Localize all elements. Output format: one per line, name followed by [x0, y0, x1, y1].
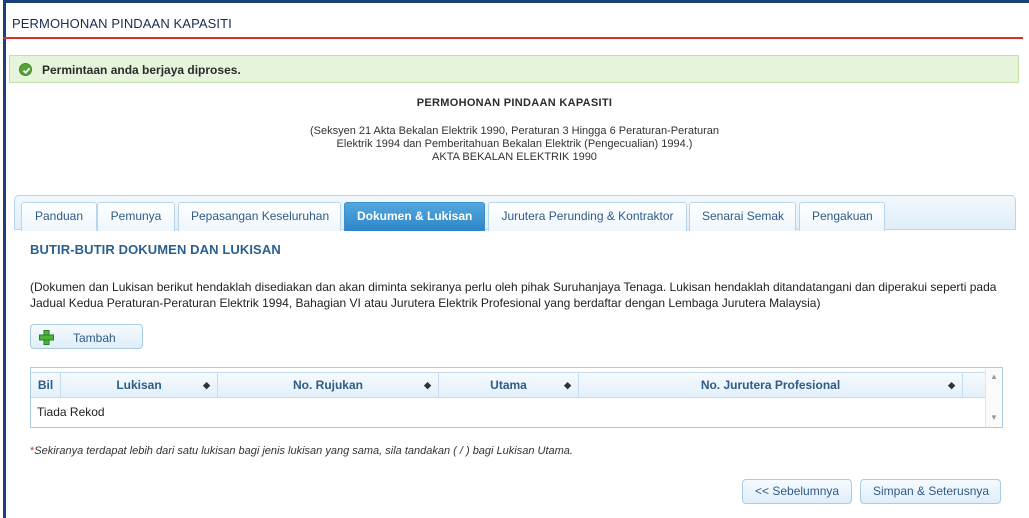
column-header-utama[interactable]: Utama ◆ — [439, 373, 579, 397]
subtitle-line: AKTA BEKALAN ELEKTRIK 1990 — [432, 151, 597, 163]
sort-icon: ◆ — [424, 380, 431, 390]
empty-row-text: Tiada Rekod — [37, 405, 105, 419]
form-title: PERMOHONAN PINDAAN KAPASITI — [416, 97, 613, 109]
footnote-text: Sekiranya terdapat lebih dari satu lukis… — [34, 445, 573, 457]
footnote: *Sekiranya terdapat lebih dari satu luki… — [30, 445, 573, 457]
subtitle-line: (Seksyen 21 Akta Bekalan Elektrik 1990, … — [309, 125, 720, 137]
table-header: Bil Lukisan ◆ No. Rujukan ◆ Utama ◆ No. … — [31, 372, 986, 398]
tab-bar: Panduan Pemunya Pepasangan Keseluruhan D… — [14, 195, 1016, 231]
page-title: PERMOHONAN PINDAAN KAPASITI — [12, 16, 232, 31]
column-header-bil[interactable]: Bil — [31, 373, 61, 397]
tab-senarai-semak[interactable]: Senarai Semak — [689, 202, 796, 231]
sort-icon: ◆ — [203, 380, 210, 390]
page-header: PERMOHONAN PINDAAN KAPASITI — [3, 3, 1023, 39]
add-button-label: Tambah — [73, 331, 116, 345]
add-button[interactable]: Tambah — [30, 324, 143, 349]
column-header-label: No. Rujukan — [292, 378, 363, 392]
previous-button[interactable]: << Sebelumnya — [742, 479, 852, 504]
form-subtitle: (Seksyen 21 Akta Bekalan Elektrik 1990, … — [0, 125, 1029, 164]
tab-pepasangan-keseluruhan[interactable]: Pepasangan Keseluruhan — [178, 202, 341, 231]
column-header-label: No. Jurutera Profesional — [700, 378, 841, 392]
column-header-no-jurutera-profesional[interactable]: No. Jurutera Profesional ◆ — [579, 373, 963, 397]
column-header-label: Bil — [37, 378, 54, 392]
column-header-no-rujukan[interactable]: No. Rujukan ◆ — [218, 373, 439, 397]
tab-dokumen-lukisan[interactable]: Dokumen & Lukisan — [344, 202, 485, 231]
tab-pengakuan[interactable]: Pengakuan — [799, 202, 885, 231]
table-scrollbar[interactable]: ▲ ▼ — [985, 368, 1002, 427]
success-alert: Permintaan anda berjaya diproses. — [9, 55, 1019, 83]
tab-pemunya[interactable]: Pemunya — [97, 202, 175, 231]
sort-icon: ◆ — [948, 380, 955, 390]
tab-panduan[interactable]: Panduan — [21, 202, 97, 231]
column-header-label: Lukisan — [116, 378, 162, 392]
section-description: (Dokumen dan Lukisan berikut hendaklah d… — [30, 280, 997, 310]
column-header-lukisan[interactable]: Lukisan ◆ — [61, 373, 218, 397]
save-next-button[interactable]: Simpan & Seterusnya — [860, 479, 1001, 504]
documents-table: Bil Lukisan ◆ No. Rujukan ◆ Utama ◆ No. … — [30, 367, 1003, 428]
scroll-down-icon[interactable]: ▼ — [990, 413, 998, 422]
alert-message: Permintaan anda berjaya diproses. — [42, 63, 241, 77]
tab-jurutera-perunding-kontraktor[interactable]: Jurutera Perunding & Kontraktor — [488, 202, 687, 231]
column-header-label: Utama — [490, 378, 527, 392]
scroll-up-icon[interactable]: ▲ — [990, 372, 998, 381]
table-body: Tiada Rekod — [31, 399, 986, 427]
plus-icon — [39, 330, 54, 345]
sort-icon: ◆ — [564, 380, 571, 390]
section-title: BUTIR-BUTIR DOKUMEN DAN LUKISAN — [30, 242, 281, 257]
subtitle-line: Elektrik 1994 dan Pemberitahuan Bekalan … — [336, 138, 693, 150]
check-circle-icon — [19, 63, 32, 76]
